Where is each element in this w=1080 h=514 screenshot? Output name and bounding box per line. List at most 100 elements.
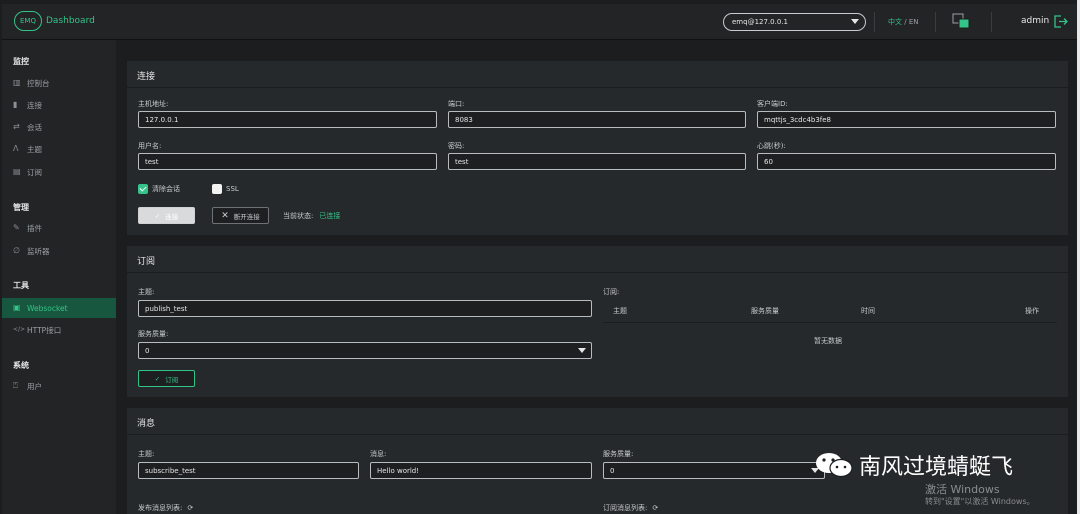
sub-list-label: 订阅: [603,288,620,296]
pub-list-title: 发布消息列表: [138,504,183,512]
panel-title: 订阅 [137,257,156,267]
keepalive-input[interactable]: 60 [757,153,1056,170]
password-label: 密码: [448,142,465,150]
sub-qos-select[interactable]: 0 [138,342,592,359]
disconnect-button-label: 断开连接 [233,212,260,221]
divider [874,12,875,32]
plug-in-icon: ✎ [13,223,20,232]
divider [991,12,992,32]
empty-state: 暂无数据 [814,337,842,345]
username-input[interactable]: test [138,153,437,170]
sidebar-item-users[interactable]: ⍞ 用户 [2,376,116,396]
refresh-icon[interactable]: ⟳ [652,504,658,512]
col-topic: 主题 [613,307,627,315]
top-header: EMQ Dashboard emq@127.0.0.1 中文 / EN admi… [2,4,1077,40]
bar-chart-icon: ▥ [13,78,21,87]
ssl-checkbox[interactable]: SSL [212,184,239,194]
pub-list-label: 发布消息列表: ⟳ [138,503,193,513]
sub-qos-label: 服务质量: [138,330,169,338]
sidebar-item-dashboard[interactable]: ▥ 控制台 [2,73,116,93]
sidebar-item-listeners[interactable]: ∅ 监听器 [2,241,116,261]
username-label: 用户名: [138,142,162,150]
sub-msg-list-title: 订阅消息列表: [603,504,648,512]
disconnect-button[interactable]: ✕ 断开连接 [212,207,269,224]
panel-title: 消息 [137,419,156,429]
pub-qos-select[interactable]: 0 [603,462,825,479]
subscribe-button[interactable]: ✓ 订阅 [138,370,195,387]
col-time: 时间 [861,307,875,315]
sidebar-item-connections[interactable]: ▮ 连接 [2,95,116,115]
logout-icon[interactable] [1054,15,1068,28]
sidebar-item-http-api[interactable]: </> HTTP接口 [2,320,116,340]
username[interactable]: admin [1021,16,1049,26]
sidebar-item-label: 监听器 [27,246,50,256]
divider [127,434,1068,435]
host-input[interactable]: 127.0.0.1 [138,111,437,128]
port-input[interactable]: 8083 [448,111,746,128]
sidebar-item-plugins[interactable]: ✎ 插件 [2,218,116,238]
pub-topic-input[interactable]: subscribe_test [138,462,359,479]
nav-group-system: 系统 [13,361,29,370]
divider [127,272,1068,273]
divider [127,87,1068,88]
sidebar-item-label: Websocket [27,303,68,313]
lang-sep: / [902,18,909,26]
sub-topic-label: 主题: [138,288,155,296]
activate-windows-hint: 转到"设置"以激活 Windows。 [925,497,1035,506]
sidebar-item-label: 订阅 [27,167,42,177]
wechat-icon [816,453,853,478]
message-input[interactable]: Hello world! [370,462,592,479]
language-switch[interactable]: 中文 / EN [888,17,918,27]
ear-icon: ∅ [13,246,20,255]
client-id-label: 客户端ID: [757,100,788,108]
ssl-label: SSL [226,185,239,193]
pub-topic-label: 主题: [138,450,155,458]
clean-session-checkbox[interactable]: 清除会话 [138,184,180,194]
col-action: 操作 [1025,307,1039,315]
sub-qos-value: 0 [145,346,150,355]
refresh-icon[interactable]: ⟳ [187,504,193,512]
check-icon: ✓ [154,374,161,383]
chevron-down-icon [851,19,859,24]
lang-en[interactable]: EN [909,18,919,26]
watermark-text: 南风过境蜻蜓飞 [859,455,1014,480]
nav-group-monitor: 监控 [13,57,29,66]
connect-button[interactable]: ✓ 连接 [138,207,195,224]
status-label: 当前状态: [283,212,314,220]
broker-select[interactable]: emq@127.0.0.1 [723,13,866,31]
logo-badge: EMQ [14,11,42,31]
sidebar-item-label: HTTP接口 [27,325,62,335]
sidebar-item-topics[interactable]: Λ 主题 [2,139,116,159]
sidebar: 监控 ▥ 控制台 ▮ 连接 ⇄ 会话 Λ 主题 ▤ 订阅 管理 ✎ 插件 ∅ 监听器 工具 ▣… [2,40,116,514]
sub-topic-input[interactable]: publish_test [138,300,592,317]
subscribe-button-label: 订阅 [165,375,179,384]
pub-qos-value: 0 [610,466,615,475]
checkbox-unchecked-icon [212,184,222,194]
sidebar-item-websocket[interactable]: ▣ Websocket [2,298,116,318]
broker-select-value: emq@127.0.0.1 [732,18,788,26]
client-id-input[interactable]: mqttjs_3cdc4b3fe8 [757,111,1056,128]
code-icon: </> [13,326,26,333]
list-icon: ▤ [13,167,21,176]
lang-zh[interactable]: 中文 [888,18,902,26]
monitor-icon[interactable] [952,13,970,29]
close-icon: ✕ [221,210,229,221]
clean-session-label: 清除会话 [152,185,180,193]
app-window: EMQ Dashboard emq@127.0.0.1 中文 / EN admi… [0,0,1080,514]
websocket-icon: ▣ [13,303,21,312]
panel-title: 连接 [137,72,156,82]
lock-icon: ⍞ [13,381,18,390]
password-input[interactable]: test [448,153,746,170]
keepalive-label: 心跳(秒): [757,142,786,150]
nav-group-tools: 工具 [13,281,29,290]
sidebar-item-sessions[interactable]: ⇄ 会话 [2,117,116,137]
divider [935,12,936,32]
logo[interactable]: EMQ Dashboard [14,11,95,31]
sidebar-item-label: 主题 [27,144,42,154]
check-icon: ✓ [154,211,161,220]
chevron-down-icon [578,348,586,353]
message-label: 消息: [370,450,387,458]
nav-group-manage: 管理 [13,203,29,212]
connection-status: 当前状态: 已连接 [283,211,340,221]
sidebar-item-subscriptions[interactable]: ▤ 订阅 [2,162,116,182]
